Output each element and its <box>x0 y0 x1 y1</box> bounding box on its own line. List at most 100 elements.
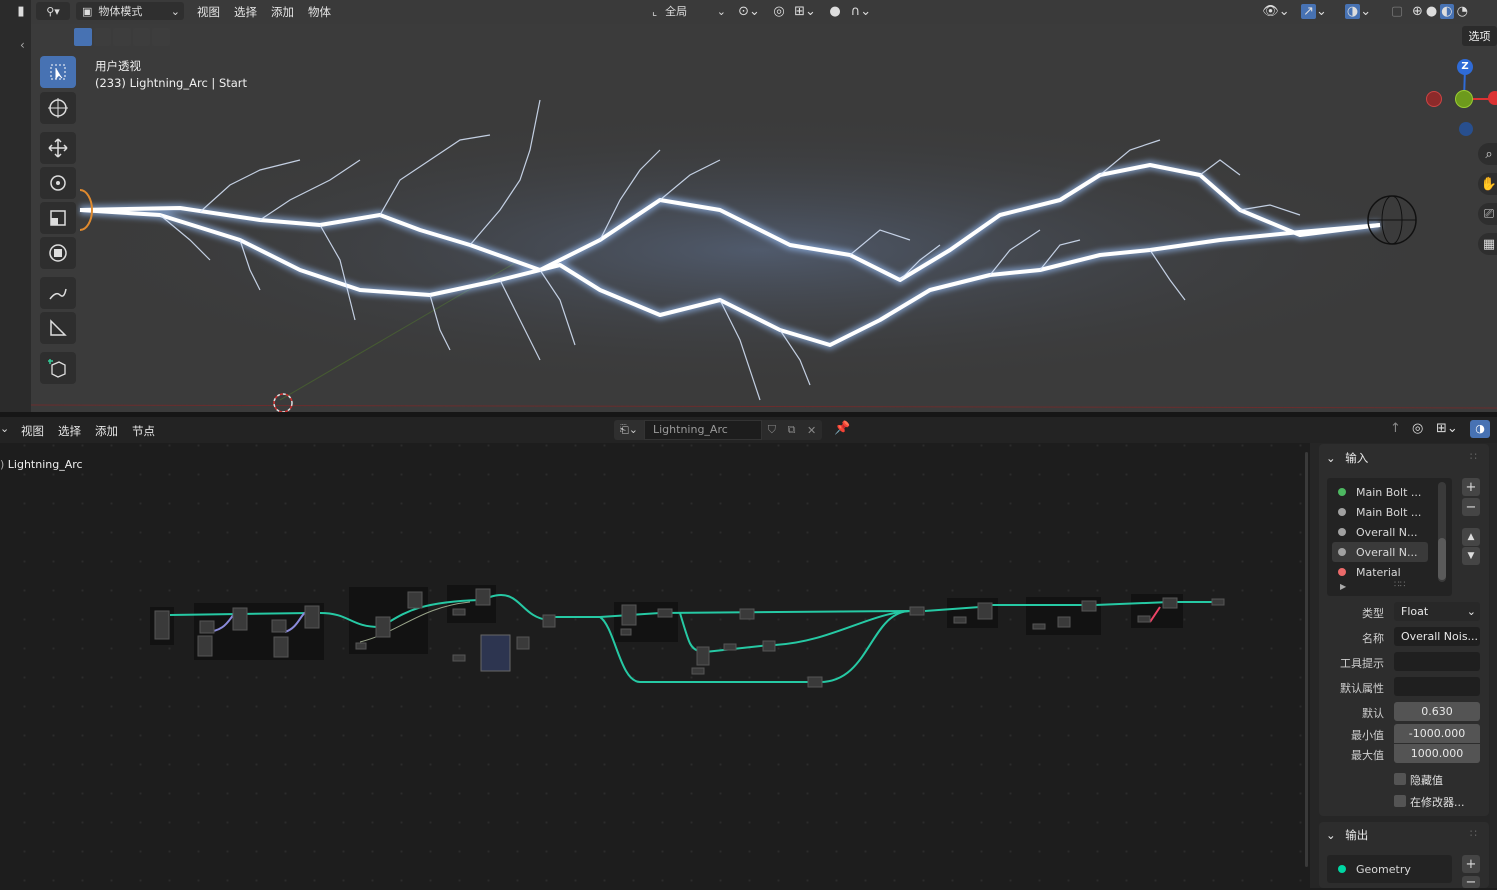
move-down-button[interactable]: ▼ <box>1462 547 1480 565</box>
solid-shading-icon[interactable]: ● <box>1426 4 1437 19</box>
expand-list-icon[interactable]: ▶ <box>1340 582 1346 591</box>
editor-type-icon[interactable]: ⌄ <box>0 422 9 435</box>
object-interaction-icon[interactable]: ⚲▾ <box>36 2 70 20</box>
move-up-button[interactable]: ▲ <box>1462 528 1480 546</box>
rendered-shading-icon[interactable]: ◔ <box>1457 4 1468 19</box>
node-tree-icon[interactable]: ⎗⌄ <box>614 420 644 440</box>
close-icon[interactable]: ✕ <box>807 424 816 437</box>
menu-node[interactable]: 节点 <box>132 423 155 439</box>
node-tree <box>150 585 1225 688</box>
list-item[interactable]: Main Bolt ... <box>1332 502 1428 522</box>
material-shading-icon[interactable]: ◐ <box>1440 3 1454 19</box>
camera-view-icon[interactable]: ⎚ <box>1478 203 1497 225</box>
mode-selector[interactable]: ▣ 物体模式 ⌄ <box>76 2 184 20</box>
list-item[interactable]: Material <box>1332 562 1428 582</box>
menu-select[interactable]: 选择 <box>234 4 257 20</box>
socket-dot <box>1338 528 1346 536</box>
snap-icon[interactable]: ◎ <box>1412 421 1432 436</box>
max-value-field[interactable]: 1000.000 <box>1394 744 1480 763</box>
node-group-name-field[interactable]: Lightning_Arc <box>644 420 762 440</box>
outputs-panel-header[interactable]: ⌄ 输出 <box>1326 827 1368 843</box>
pivot-point-icon[interactable]: ⊙⌄ <box>734 3 764 19</box>
name-label: 名称 <box>1362 632 1384 645</box>
overlay-toggle-icon[interactable]: ◑ ⌄ <box>1340 3 1376 19</box>
shading-modes[interactable]: ⊕ ● ◐ ◔ <box>1412 3 1497 19</box>
list-item[interactable]: Main Bolt ... <box>1332 482 1428 502</box>
snap-target-icon[interactable]: ⊞⌄ <box>790 3 820 19</box>
min-value-field[interactable]: -1000.000 <box>1394 724 1480 743</box>
node-group-selector[interactable]: ⎗⌄ Lightning_Arc ⛉ ⧉ ✕ <box>614 420 824 440</box>
hide-value-checkbox[interactable] <box>1394 773 1406 785</box>
zoom-view-icon[interactable]: ⌕ <box>1478 143 1497 165</box>
hide-value-label: 隐藏值 <box>1410 774 1443 787</box>
gizmo-toggle-icon[interactable]: ↗ ⌄ <box>1296 3 1332 19</box>
proportional-edit-icon[interactable]: ● <box>826 3 844 19</box>
pan-view-icon[interactable]: ✋ <box>1478 173 1497 195</box>
gizmo-y-axis[interactable] <box>1455 90 1473 108</box>
select-new-icon[interactable] <box>74 28 92 46</box>
add-cube-tool-icon[interactable] <box>40 352 76 384</box>
select-intersect-icon[interactable] <box>152 28 170 46</box>
list-scrollbar[interactable] <box>1438 482 1446 582</box>
navigation-gizmo[interactable]: Z <box>1420 52 1497 142</box>
visibility-icon[interactable]: 👁⌄ <box>1262 3 1290 19</box>
snap-icon[interactable]: ◎ <box>770 3 788 19</box>
add-socket-button[interactable]: + <box>1462 478 1480 496</box>
3d-viewport[interactable]: ‹ ▮ ⚲▾ ▣ 物体模式 ⌄ 视图 选择 添加 物体 ⌞ 全局 ⌄ ⊙⌄ ◎ … <box>0 0 1497 412</box>
node-editor-canvas[interactable] <box>0 417 1497 888</box>
rotate-tool-icon[interactable] <box>40 167 76 199</box>
inputs-panel-header[interactable]: ⌄ 输入 <box>1326 450 1368 466</box>
list-item[interactable]: Overall N... <box>1332 542 1428 562</box>
gizmo-x-axis[interactable] <box>1488 91 1497 105</box>
select-invert-icon[interactable] <box>132 28 151 46</box>
in-modifier-checkbox[interactable] <box>1394 795 1406 807</box>
parent-node-tree-icon[interactable]: ↑ <box>1390 421 1406 436</box>
default-value-field[interactable]: 0.630 <box>1394 702 1480 721</box>
chevron-left-icon[interactable]: ‹ <box>20 38 25 52</box>
xray-icon[interactable]: ▢ <box>1388 3 1406 19</box>
remove-socket-button[interactable]: − <box>1462 498 1480 516</box>
move-tool-icon[interactable] <box>40 132 76 164</box>
wireframe-shading-icon[interactable]: ⊕ <box>1412 4 1423 19</box>
cursor-tool-icon[interactable] <box>40 92 76 124</box>
select-subtract-icon[interactable] <box>113 28 131 46</box>
scale-tool-icon[interactable] <box>40 202 76 234</box>
list-item[interactable]: Overall N... <box>1332 522 1428 542</box>
options-button[interactable]: 选项 <box>1462 26 1497 46</box>
annotate-tool-icon[interactable] <box>40 277 76 309</box>
menu-add[interactable]: 添加 <box>271 4 294 20</box>
drag-handle-icon[interactable]: ∷ <box>1470 827 1477 840</box>
tooltip-field[interactable] <box>1394 652 1480 671</box>
gizmo-z-axis[interactable]: Z <box>1457 59 1473 75</box>
duplicate-icon[interactable]: ⧉ <box>788 423 796 437</box>
panel-scrollbar[interactable] <box>1305 452 1308 867</box>
snap-mode-icon[interactable]: ⊞⌄ <box>1436 421 1464 436</box>
select-box-icon[interactable] <box>40 56 76 88</box>
overlay-toggle-icon[interactable]: ◑ <box>1470 420 1490 438</box>
transform-tool-icon[interactable] <box>40 237 76 269</box>
name-field[interactable]: Overall Nois... <box>1394 627 1480 646</box>
list-item[interactable]: Geometry <box>1332 859 1428 879</box>
drag-handle-icon[interactable]: ∷ <box>1470 450 1477 463</box>
menu-select[interactable]: 选择 <box>58 423 81 439</box>
transform-orientation[interactable]: ⌞ 全局 ⌄ <box>648 2 726 20</box>
remove-output-button[interactable]: − <box>1462 875 1480 890</box>
gizmo-neg-z-axis[interactable] <box>1459 122 1473 136</box>
perspective-toggle-icon[interactable]: ▦ <box>1478 233 1497 255</box>
measure-tool-icon[interactable] <box>40 312 76 344</box>
socket-dot <box>1338 508 1346 516</box>
type-dropdown[interactable]: Float ⌄ <box>1394 602 1480 621</box>
menu-view[interactable]: 视图 <box>197 4 220 20</box>
falloff-icon[interactable]: ∩⌄ <box>846 3 876 19</box>
select-extend-icon[interactable] <box>93 28 112 46</box>
menu-add[interactable]: 添加 <box>95 423 118 439</box>
menu-view[interactable]: 视图 <box>21 423 44 439</box>
gizmo-neg-x-axis[interactable] <box>1426 91 1442 107</box>
pin-icon[interactable]: 📌 <box>834 421 850 436</box>
menu-object[interactable]: 物体 <box>308 4 331 20</box>
add-output-button[interactable]: + <box>1462 855 1480 873</box>
default-attribute-field[interactable] <box>1394 677 1480 696</box>
resize-list-icon[interactable]: ∷∷ <box>1394 580 1405 590</box>
fake-user-icon[interactable]: ⛉ <box>768 423 776 437</box>
editor-type-icon[interactable]: ▮ <box>12 3 30 19</box>
